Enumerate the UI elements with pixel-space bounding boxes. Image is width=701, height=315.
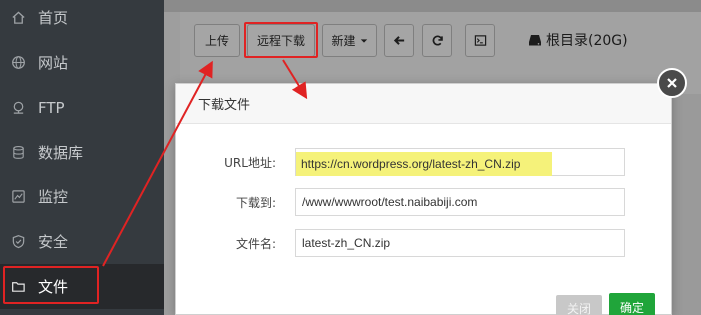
sidebar-item-label: 数据库 <box>38 144 84 162</box>
sidebar-item-label: 安全 <box>38 233 69 251</box>
arrow-left-icon <box>393 34 406 47</box>
download-to-row: 下载到: /www/wwwroot/test.naibabiji.com <box>176 188 671 218</box>
download-to-value: /www/wwwroot/test.naibabiji.com <box>302 195 478 209</box>
upload-button[interactable]: 上传 <box>194 24 240 57</box>
close-icon <box>666 77 678 89</box>
sidebar-item-home[interactable]: 首页 <box>0 0 164 40</box>
terminal-icon <box>474 34 487 47</box>
sidebar-item-label: 网站 <box>38 54 69 72</box>
download-to-input[interactable]: /www/wwwroot/test.naibabiji.com <box>295 188 625 216</box>
back-button[interactable] <box>384 24 414 57</box>
globe-icon <box>10 55 26 71</box>
upload-button-label: 上传 <box>204 34 229 48</box>
home-icon <box>10 10 26 26</box>
sidebar-item-security[interactable]: 安全 <box>0 219 164 264</box>
table-edge <box>671 94 701 315</box>
sidebar-item-database[interactable]: 数据库 <box>0 130 164 175</box>
sidebar-item-label: FTP <box>38 98 65 117</box>
download-file-dialog: 下载文件 URL地址: 下载到: /www/wwwroot/test.naiba… <box>175 83 672 315</box>
filename-input[interactable]: latest-zh_CN.zip <box>295 229 625 257</box>
confirm-button-label: 确定 <box>619 300 644 315</box>
ftp-icon <box>10 100 26 116</box>
refresh-icon <box>431 34 444 47</box>
sidebar-item-monitor[interactable]: 监控 <box>0 174 164 219</box>
close-button-label: 关闭 <box>566 301 591 315</box>
sidebar-item-label: 监控 <box>38 188 69 206</box>
shield-icon <box>10 234 26 250</box>
dialog-header: 下载文件 <box>176 84 671 124</box>
close-button[interactable]: 关闭 <box>556 295 602 315</box>
root-directory-label[interactable]: 根目录(20G) <box>528 28 628 52</box>
dialog-title: 下载文件 <box>198 98 251 113</box>
database-icon <box>10 145 26 161</box>
top-strip <box>164 0 701 12</box>
sidebar-item-ftp[interactable]: FTP <box>0 85 164 130</box>
hard-drive-icon <box>528 33 546 47</box>
monitor-icon <box>10 189 26 205</box>
new-dropdown-button[interactable]: 新建 <box>322 24 377 57</box>
new-button-label: 新建 <box>331 34 356 48</box>
sidebar-item-websites[interactable]: 网站 <box>0 40 164 85</box>
caret-down-icon <box>360 34 368 48</box>
filename-value: latest-zh_CN.zip <box>302 236 391 250</box>
dialog-close-button[interactable] <box>657 68 687 98</box>
download-to-label: 下载到: <box>235 195 276 210</box>
filename-row: 文件名: latest-zh_CN.zip <box>176 229 671 259</box>
root-directory-text: 根目录(20G) <box>546 33 628 49</box>
refresh-button[interactable] <box>422 24 452 57</box>
annotation-box-remote-download <box>244 22 318 58</box>
url-label: URL地址: <box>224 155 276 170</box>
sidebar-item-label: 首页 <box>38 9 69 27</box>
filename-label: 文件名: <box>235 236 276 251</box>
confirm-button[interactable]: 确定 <box>609 293 655 315</box>
annotation-box-files <box>3 266 99 304</box>
terminal-button[interactable] <box>465 24 495 57</box>
url-value: https://cn.wordpress.org/latest-zh_CN.zi… <box>301 157 521 171</box>
